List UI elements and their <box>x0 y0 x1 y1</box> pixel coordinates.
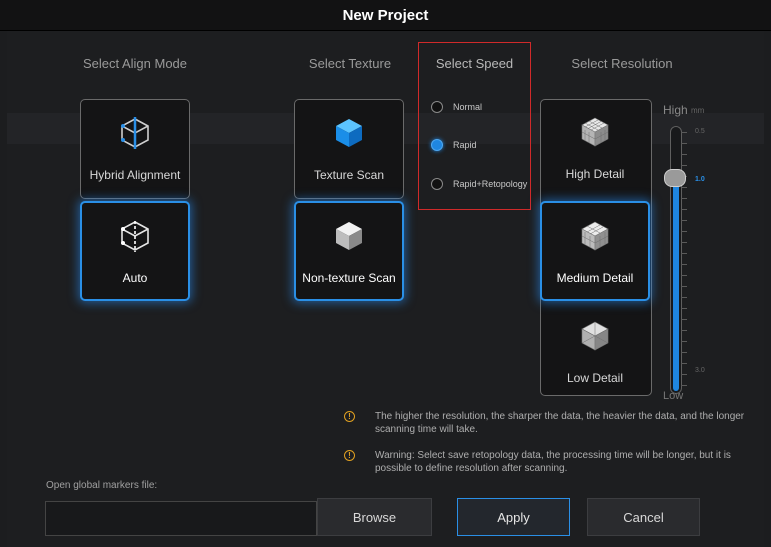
slider-tick <box>681 187 687 188</box>
mesh-cube-icon <box>581 221 609 251</box>
resolution-option-low[interactable]: Low Detail <box>540 303 650 403</box>
slider-tick <box>681 154 687 155</box>
texture-option-label: Non-texture Scan <box>302 271 396 285</box>
retopology-warning: Warning: Select save retopology data, th… <box>375 450 731 474</box>
slider-tick <box>681 198 687 199</box>
hybrid-align-cube-icon <box>121 117 149 149</box>
slider-tick <box>681 275 687 276</box>
speed-title: Select Speed <box>435 56 514 71</box>
resolution-slider-thumb[interactable] <box>664 169 686 187</box>
radio-rapid-retopology[interactable] <box>431 178 443 190</box>
texture-option-label: Texture Scan <box>313 168 385 182</box>
slider-min-value: 3.0 <box>695 367 705 374</box>
slider-tick <box>681 341 687 342</box>
slider-tick <box>681 374 687 375</box>
slider-tick <box>681 352 687 353</box>
mesh-cube-icon <box>581 117 609 147</box>
texture-option-texture-scan[interactable]: Texture Scan <box>294 99 404 199</box>
texture-title: Select Texture <box>308 56 392 71</box>
align-option-label: Auto <box>122 271 148 285</box>
mesh-cube-icon <box>581 321 609 351</box>
align-mode-title: Select Align Mode <box>82 56 188 71</box>
slider-tick <box>681 319 687 320</box>
radio-normal[interactable] <box>431 101 443 113</box>
slider-tick <box>681 330 687 331</box>
auto-align-cube-icon <box>121 221 149 252</box>
texture-cube-icon <box>336 119 362 147</box>
slider-tick <box>681 220 687 221</box>
slider-tick <box>681 165 687 166</box>
radio-rapid[interactable] <box>431 139 443 151</box>
slider-tick <box>681 242 687 243</box>
slider-tick <box>681 132 687 133</box>
markers-file-input[interactable] <box>45 501 317 536</box>
slider-tick <box>681 363 687 364</box>
slider-tick <box>681 209 687 210</box>
slider-tick <box>681 385 687 386</box>
radio-normal-label[interactable]: Normal <box>453 102 482 112</box>
slider-tick <box>681 286 687 287</box>
resolution-option-label: Low Detail <box>566 371 624 385</box>
resolution-title: Select Resolution <box>571 56 673 71</box>
info-warning-icon: ! <box>344 411 355 422</box>
speed-selection-box: Select Speed Normal Rapid Rapid+Retopolo… <box>418 42 531 210</box>
slider-tick <box>681 231 687 232</box>
align-option-auto[interactable]: Auto <box>80 201 190 301</box>
warning-icon: ! <box>344 450 355 461</box>
align-option-hybrid[interactable]: Hybrid Alignment <box>80 99 190 199</box>
cancel-button[interactable]: Cancel <box>587 498 700 536</box>
resolution-note: The higher the resolution, the sharper t… <box>375 411 745 435</box>
resolution-option-label: Medium Detail <box>556 271 634 285</box>
resolution-option-label: High Detail <box>565 167 625 181</box>
slider-unit-label: mm <box>691 106 705 115</box>
slider-tick <box>681 264 687 265</box>
apply-button[interactable]: Apply <box>457 498 570 536</box>
markers-file-label: Open global markers file: <box>46 480 158 491</box>
slider-tick <box>681 143 687 144</box>
radio-rapid-retopology-label[interactable]: Rapid+Retopology <box>453 179 527 189</box>
browse-button[interactable]: Browse <box>317 498 432 536</box>
resolution-option-high[interactable]: High Detail <box>540 99 650 199</box>
slider-tick <box>681 308 687 309</box>
slider-tick <box>681 253 687 254</box>
resolution-option-medium[interactable]: Medium Detail <box>540 201 650 301</box>
dialog-title-bar: New Project <box>0 0 771 31</box>
radio-rapid-label[interactable]: Rapid <box>453 140 477 150</box>
align-option-label: Hybrid Alignment <box>89 168 181 182</box>
slider-high-label: High <box>663 103 688 117</box>
resolution-slider-fill <box>673 178 679 391</box>
non-texture-cube-icon <box>336 222 362 250</box>
slider-low-label: Low <box>663 390 684 402</box>
dialog-title: New Project <box>342 6 429 24</box>
slider-current-value: 1.0 <box>695 176 705 183</box>
slider-max-value: 0.5 <box>695 128 705 135</box>
slider-tick <box>681 297 687 298</box>
texture-option-non-texture-scan[interactable]: Non-texture Scan <box>294 201 404 301</box>
